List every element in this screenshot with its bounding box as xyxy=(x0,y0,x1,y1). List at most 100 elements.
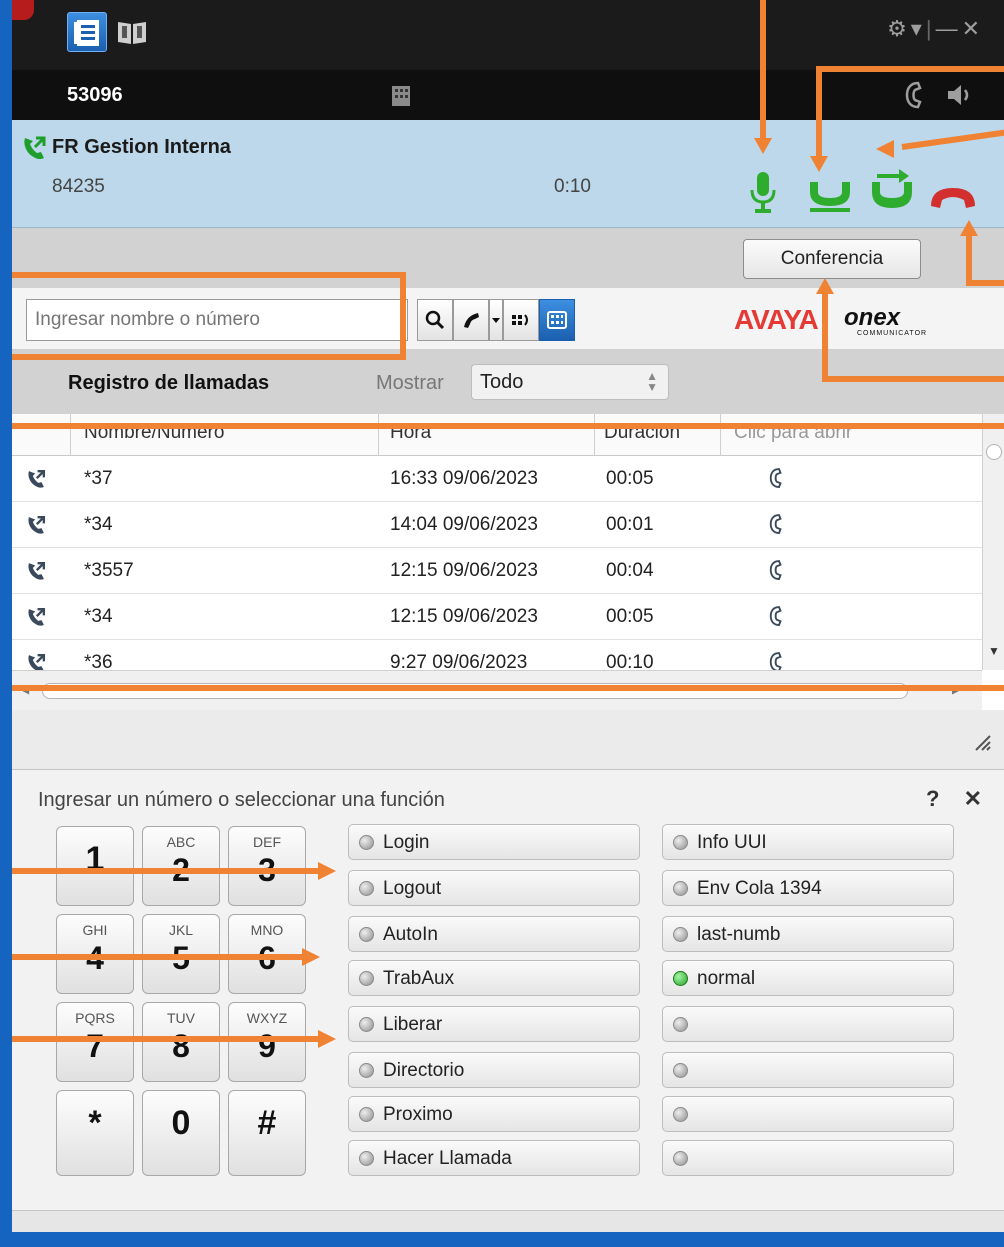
annotation-arrow-keys-1 xyxy=(318,862,336,880)
feature-button[interactable]: Directorio xyxy=(348,1052,640,1088)
key-letters: WXYZ xyxy=(246,1010,288,1026)
onex-logo: onex xyxy=(844,304,901,331)
chevron-down-icon xyxy=(492,318,500,323)
search-button[interactable] xyxy=(417,299,453,341)
annotation-line-hangup-v xyxy=(966,236,972,286)
annotation-line-keys-2 xyxy=(12,954,304,960)
annotation-arrow-transfer xyxy=(876,140,894,158)
microphone-icon[interactable] xyxy=(748,170,778,214)
dialpad-key[interactable]: 0 xyxy=(142,1090,220,1176)
resize-grip-icon[interactable] xyxy=(972,732,992,752)
call-log-title: Registro de llamadas xyxy=(68,372,270,394)
book-icon xyxy=(118,22,146,44)
feature-button[interactable] xyxy=(662,1140,954,1176)
feature-button[interactable]: TrabAux xyxy=(348,960,640,996)
status-led-icon xyxy=(359,835,374,850)
dialpad-toggle-button[interactable] xyxy=(539,299,575,341)
feature-label: Info UUI xyxy=(697,832,767,853)
help-icon[interactable]: ? xyxy=(926,786,939,811)
building-icon xyxy=(392,86,410,106)
phone-icon xyxy=(464,313,479,328)
feature-label: Liberar xyxy=(383,1014,443,1035)
avaya-onex-window: ⚙▾|—✕ 53096 FR Gestion Interna 84235 0:1… xyxy=(12,0,1004,1232)
call-options-dropdown[interactable] xyxy=(489,299,503,341)
dialpad-key[interactable]: TUV 8 xyxy=(142,1002,220,1082)
feature-label: TrabAux xyxy=(383,968,455,989)
feature-button[interactable]: Logout xyxy=(348,870,640,906)
feature-button[interactable]: AutoIn xyxy=(348,916,640,952)
search-icon xyxy=(425,310,445,330)
key-digit: 0 xyxy=(171,1104,191,1142)
feature-button[interactable] xyxy=(662,1096,954,1132)
speaker-icon[interactable] xyxy=(944,82,974,108)
close-icon[interactable]: ✕ xyxy=(964,786,982,811)
show-filter-value: Todo xyxy=(480,371,524,393)
key-digit: # xyxy=(257,1104,277,1142)
feature-button[interactable]: Hacer Llamada xyxy=(348,1140,640,1176)
dialpad-key[interactable]: PQRS 7 xyxy=(56,1002,134,1082)
key-digit: 8 xyxy=(172,1028,190,1064)
feature-button[interactable]: Env Cola 1394 xyxy=(662,870,954,906)
call-duration: 0:10 xyxy=(554,176,591,197)
conference-button[interactable]: Conferencia xyxy=(743,239,921,279)
annotation-search-box xyxy=(12,272,406,360)
key-digit: 9 xyxy=(258,1028,276,1064)
active-call-panel: FR Gestion Interna 84235 0:10 xyxy=(12,120,1004,228)
transfer-icon[interactable] xyxy=(869,166,915,214)
voice-message-button[interactable] xyxy=(503,299,539,341)
status-led-icon xyxy=(359,971,374,986)
dialpad-key[interactable]: 1 xyxy=(56,826,134,906)
feature-button[interactable] xyxy=(662,1006,954,1042)
resize-grip-area xyxy=(12,710,1004,770)
key-letters: DEF xyxy=(253,834,281,850)
dialpad-key[interactable]: ABC2 xyxy=(142,826,220,906)
show-filter-label: Mostrar xyxy=(376,372,444,394)
feature-button[interactable]: last-numb xyxy=(662,916,954,952)
key-digit: 7 xyxy=(86,1028,104,1064)
minimize-icon[interactable]: — xyxy=(936,16,962,41)
annotation-line-hold-h xyxy=(816,66,1004,72)
show-filter-select[interactable]: Todo ▲ ▼ xyxy=(471,364,669,400)
feature-button[interactable]: Login xyxy=(348,824,640,860)
directory-tab[interactable] xyxy=(112,12,152,52)
dialpad-key[interactable]: DEF3 xyxy=(228,826,306,906)
feature-label: Proximo xyxy=(383,1104,453,1125)
key-letters: MNO xyxy=(250,922,284,938)
hangup-icon[interactable] xyxy=(928,186,978,212)
status-led-icon xyxy=(359,1017,374,1032)
window-controls: ⚙▾|—✕ xyxy=(887,16,984,41)
feature-button[interactable] xyxy=(662,1052,954,1088)
feature-label: Env Cola 1394 xyxy=(697,878,822,899)
app-corner-badge xyxy=(12,0,34,20)
status-led-icon xyxy=(359,881,374,896)
feature-button[interactable]: normal xyxy=(662,960,954,996)
call-button[interactable] xyxy=(453,299,489,341)
status-led-icon xyxy=(359,1151,374,1166)
feature-button[interactable]: Liberar xyxy=(348,1006,640,1042)
avaya-logo: AVAYA xyxy=(734,304,819,335)
keypad-icon xyxy=(547,311,567,329)
status-led-icon xyxy=(673,1151,688,1166)
feature-label: Logout xyxy=(383,878,442,899)
hold-icon[interactable] xyxy=(807,178,853,212)
feature-button[interactable]: Info UUI xyxy=(662,824,954,860)
feature-label: last-numb xyxy=(697,924,781,945)
voicemail-icon xyxy=(512,314,528,326)
communicator-logo-text: COMMUNICATOR xyxy=(857,330,928,337)
close-window-icon[interactable]: ✕ xyxy=(962,16,984,41)
extension-bar: 53096 xyxy=(12,70,1004,120)
feature-button[interactable]: Proximo xyxy=(348,1096,640,1132)
annotation-arrow-conf xyxy=(816,278,834,294)
annotation-line-conf-h xyxy=(822,376,1004,382)
extension-number: 53096 xyxy=(67,84,123,106)
status-led-icon xyxy=(359,1107,374,1122)
status-led-icon xyxy=(673,1017,688,1032)
call-log-tab[interactable] xyxy=(67,12,107,52)
dialpad-key[interactable]: WXYZ 9 xyxy=(228,1002,306,1082)
dialpad-key[interactable]: * xyxy=(56,1090,134,1176)
annotation-line-keys-3 xyxy=(12,1036,320,1042)
settings-gear-icon[interactable]: ⚙▾ xyxy=(887,16,926,41)
dialpad-key[interactable]: # xyxy=(228,1090,306,1176)
handset-icon[interactable] xyxy=(902,80,926,110)
caller-name: FR Gestion Interna xyxy=(52,136,231,158)
